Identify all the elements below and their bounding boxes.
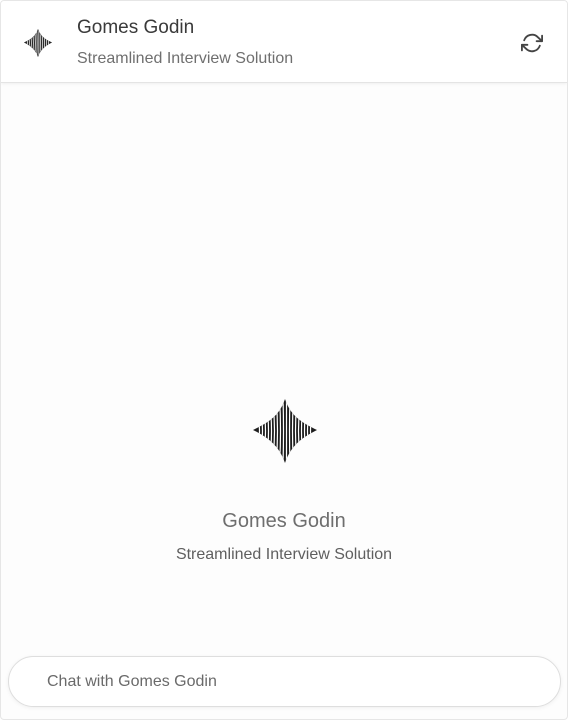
refresh-button[interactable] [517,28,547,58]
header-title: Gomes Godin [77,17,195,38]
refresh-icon [521,33,543,53]
chat-widget: Gomes Godin Streamlined Interview Soluti… [0,0,568,720]
welcome-subtitle: Streamlined Interview Solution [175,546,393,563]
chat-input[interactable] [8,656,561,707]
striped-diamond-icon [253,399,317,463]
striped-diamond-icon [23,28,53,58]
header-subtitle: Streamlined Interview Solution [77,50,294,67]
header: Gomes Godin Streamlined Interview Soluti… [1,1,567,83]
welcome-title: Gomes Godin [222,510,346,532]
